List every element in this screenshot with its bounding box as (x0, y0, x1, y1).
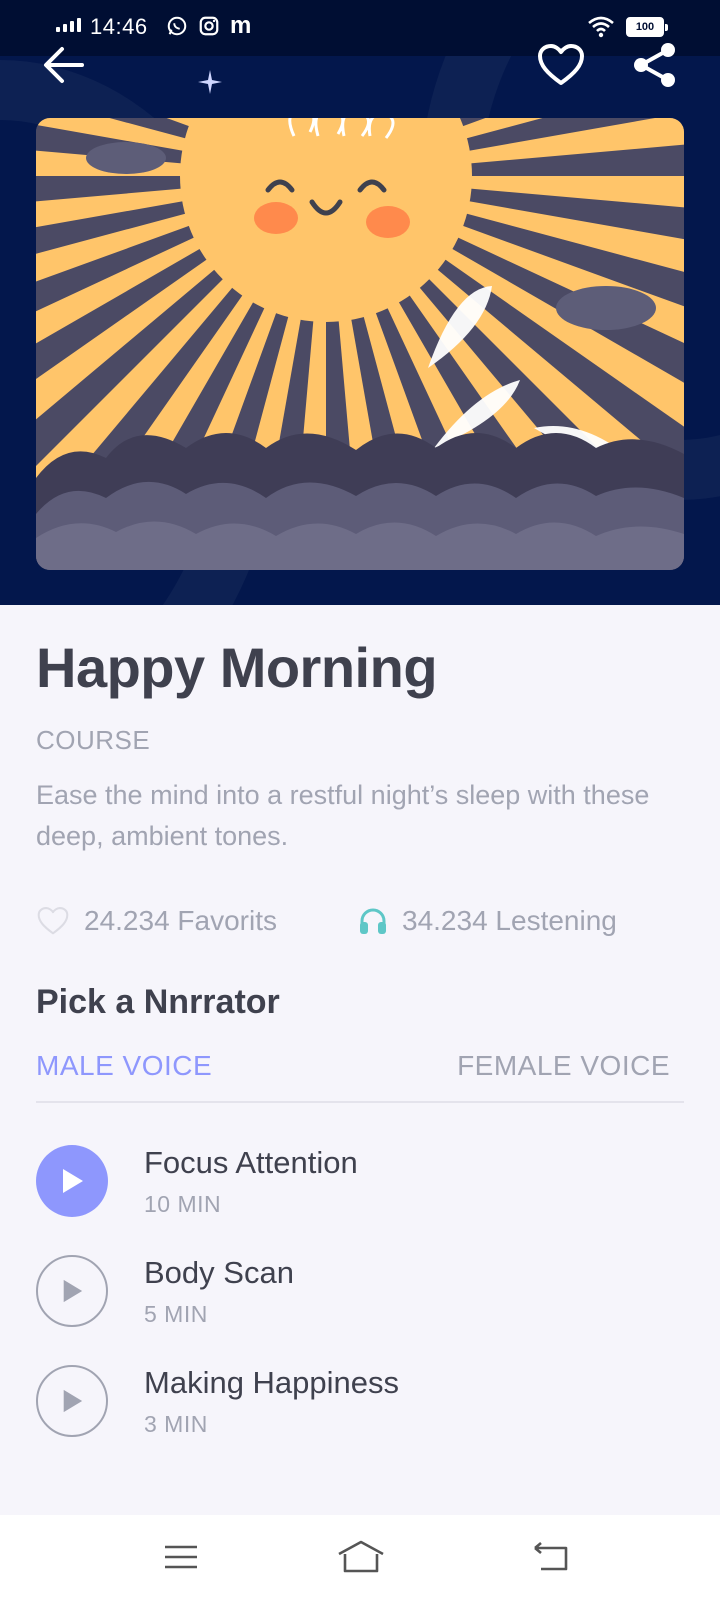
page-title: Happy Morning (36, 636, 438, 699)
home-icon (338, 1540, 384, 1573)
listening-stat: 34.234 Lestening (358, 905, 617, 937)
status-time: 14:46 (90, 14, 148, 39)
share-icon (634, 43, 675, 87)
track-item[interactable]: Focus Attention 10 MIN (36, 1145, 676, 1225)
whatsapp-icon (167, 16, 187, 36)
sun-illustration (36, 118, 684, 570)
heart-outline-icon (538, 44, 584, 85)
play-icon (63, 1169, 83, 1193)
headphones-icon (360, 908, 386, 934)
track-duration: 10 MIN (144, 1191, 222, 1217)
back-button[interactable] (38, 40, 88, 90)
play-button[interactable] (36, 1255, 108, 1327)
play-button[interactable] (36, 1145, 108, 1217)
track-title: Focus Attention (144, 1145, 358, 1180)
menu-button[interactable] (156, 1535, 206, 1579)
back-nav-icon (534, 1542, 568, 1571)
track-duration: 5 MIN (144, 1301, 208, 1327)
listening-count: 34.234 Lestening (402, 905, 617, 936)
tab-male-voice[interactable]: MALE VOICE (36, 1050, 212, 1082)
carrier-icon: m (230, 12, 252, 39)
play-button[interactable] (36, 1365, 108, 1437)
arrow-left-icon (44, 47, 84, 83)
status-bar: 14:46 m 100 (0, 0, 720, 56)
favorites-count: 24.234 Favorits (84, 905, 277, 936)
course-type-label: COURSE (36, 725, 151, 755)
track-title: Making Happiness (144, 1365, 400, 1400)
track-title: Body Scan (144, 1255, 294, 1290)
star-icon (198, 70, 222, 94)
play-icon (63, 1389, 83, 1413)
narrator-heading: Pick a Nnrrator (36, 983, 280, 1021)
favorite-button[interactable] (536, 40, 586, 90)
course-details: Happy Morning COURSE Ease the mind into … (0, 605, 720, 1515)
course-hero: 14:46 m 100 (0, 0, 720, 605)
tab-female-voice[interactable]: FEMALE VOICE (457, 1050, 670, 1082)
track-item[interactable]: Body Scan 5 MIN (36, 1255, 676, 1335)
home-button[interactable] (336, 1535, 386, 1579)
signal-icon (56, 18, 81, 32)
track-duration: 3 MIN (144, 1411, 208, 1437)
back-nav-button[interactable] (526, 1535, 576, 1579)
play-icon (63, 1279, 83, 1303)
instagram-icon (199, 16, 219, 36)
system-nav-bar (0, 1515, 720, 1600)
menu-icon (165, 1545, 197, 1569)
favorites-stat: 24.234 Favorits (36, 905, 277, 937)
wifi-icon (588, 16, 614, 38)
heart-outline-icon (37, 907, 69, 935)
battery-icon: 100 (626, 17, 668, 37)
tab-divider (36, 1101, 684, 1103)
course-artwork (36, 118, 684, 570)
share-button[interactable] (630, 40, 680, 90)
course-description: Ease the mind into a restful night’s sle… (36, 780, 650, 851)
track-item[interactable]: Making Happiness 3 MIN (36, 1365, 676, 1445)
